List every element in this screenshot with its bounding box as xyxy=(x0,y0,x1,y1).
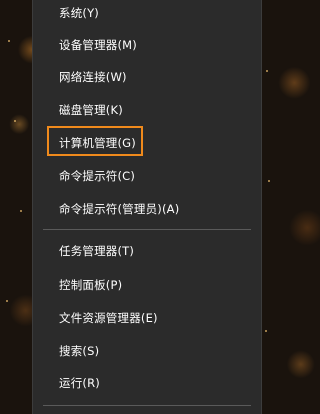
menu-item-command-prompt[interactable]: 命令提示符(C) xyxy=(33,160,261,192)
background-speck xyxy=(8,40,10,42)
menu-item-run[interactable]: 运行(R) xyxy=(33,367,261,399)
menu-item-control-panel[interactable]: 控制面板(P) xyxy=(33,269,261,301)
menu-item-file-explorer[interactable]: 文件资源管理器(E) xyxy=(33,302,261,334)
menu-item-search[interactable]: 搜索(S) xyxy=(33,335,261,367)
background-speck xyxy=(265,330,267,332)
background-speck xyxy=(20,210,22,212)
menu-separator xyxy=(43,405,251,406)
context-menu: 系统(Y) 设备管理器(M) 网络连接(W) 磁盘管理(K) 计算机管理(G) … xyxy=(33,0,261,414)
menu-item-disk-management[interactable]: 磁盘管理(K) xyxy=(33,94,261,126)
background-speck xyxy=(14,120,16,122)
menu-item-device-manager[interactable]: 设备管理器(M) xyxy=(33,29,261,61)
menu-item-computer-management[interactable]: 计算机管理(G) xyxy=(33,127,261,159)
background-speck xyxy=(6,300,8,302)
background-speck xyxy=(268,180,270,182)
menu-item-task-manager[interactable]: 任务管理器(T) xyxy=(33,235,261,267)
menu-separator xyxy=(43,229,251,230)
menu-item-command-prompt-admin[interactable]: 命令提示符(管理员)(A) xyxy=(33,193,261,225)
menu-item-network-connections[interactable]: 网络连接(W) xyxy=(33,61,261,93)
menu-item-system[interactable]: 系统(Y) xyxy=(33,0,261,29)
background-speck xyxy=(266,70,268,72)
